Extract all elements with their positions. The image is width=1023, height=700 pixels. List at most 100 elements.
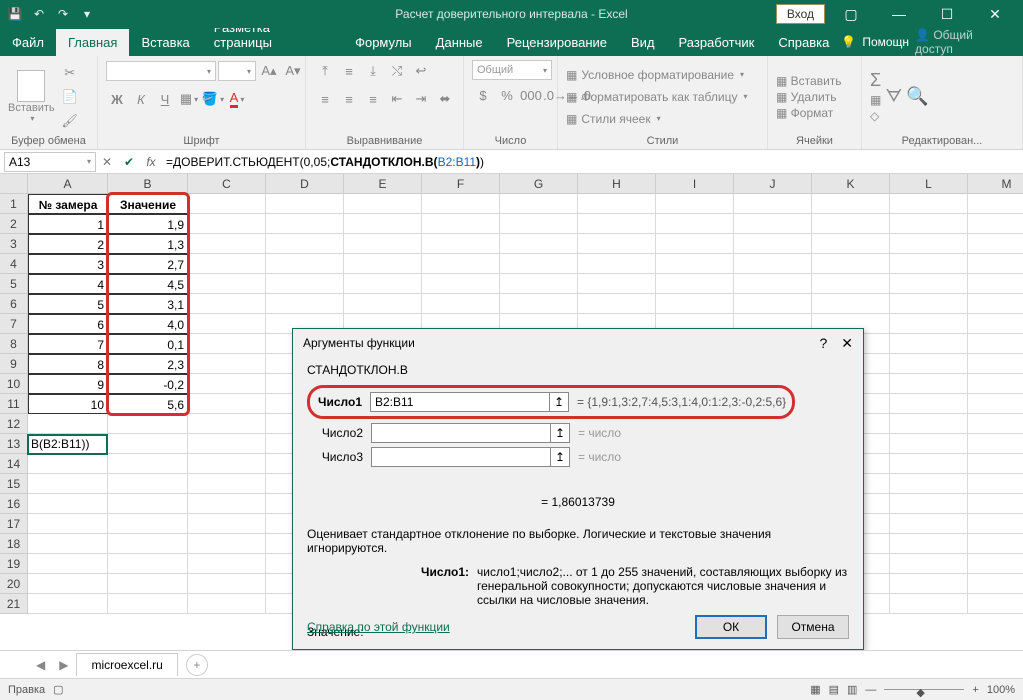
- dialog-help-icon[interactable]: ?: [819, 335, 827, 352]
- cell[interactable]: [734, 274, 812, 294]
- cell[interactable]: [108, 574, 188, 594]
- cell[interactable]: [968, 294, 1023, 314]
- cell[interactable]: [188, 534, 266, 554]
- cell[interactable]: 7: [28, 334, 108, 354]
- cell[interactable]: [422, 234, 500, 254]
- col-header[interactable]: H: [578, 174, 656, 194]
- cell[interactable]: [108, 534, 188, 554]
- cell[interactable]: [734, 194, 812, 214]
- cell[interactable]: 3,1: [108, 294, 188, 314]
- fill-icon[interactable]: 🪣▾: [202, 88, 224, 110]
- find-icon[interactable]: 🔍: [906, 86, 928, 107]
- cell[interactable]: [500, 194, 578, 214]
- cell[interactable]: [344, 294, 422, 314]
- corner[interactable]: [0, 174, 28, 194]
- tab-file[interactable]: Файл: [0, 29, 56, 56]
- cell[interactable]: [734, 294, 812, 314]
- cell[interactable]: [28, 414, 108, 434]
- cell[interactable]: [344, 254, 422, 274]
- cell[interactable]: [890, 214, 968, 234]
- row-header[interactable]: 16: [0, 494, 28, 514]
- enter-formula-icon[interactable]: ✔: [118, 155, 140, 169]
- cell[interactable]: [266, 294, 344, 314]
- cell[interactable]: 9: [28, 374, 108, 394]
- cell[interactable]: [266, 274, 344, 294]
- cell[interactable]: 5: [28, 294, 108, 314]
- italic-icon[interactable]: К: [130, 88, 152, 110]
- row-header[interactable]: 6: [0, 294, 28, 314]
- cell[interactable]: [890, 594, 968, 614]
- ribbon-options-icon[interactable]: ▢: [829, 6, 873, 23]
- row-header[interactable]: 10: [0, 374, 28, 394]
- cell[interactable]: [656, 254, 734, 274]
- row-header[interactable]: 19: [0, 554, 28, 574]
- row-header[interactable]: 20: [0, 574, 28, 594]
- bold-icon[interactable]: Ж: [106, 88, 128, 110]
- indent-inc-icon[interactable]: ⇥: [410, 88, 432, 110]
- cell[interactable]: [656, 214, 734, 234]
- row-header[interactable]: 13: [0, 434, 28, 454]
- cell[interactable]: [344, 214, 422, 234]
- cell[interactable]: 1: [28, 214, 108, 234]
- zoom-in-icon[interactable]: +: [972, 684, 978, 696]
- view-normal-icon[interactable]: ▦: [810, 683, 820, 696]
- tab-insert[interactable]: Вставка: [129, 29, 201, 56]
- copy-icon[interactable]: 📄: [59, 86, 81, 108]
- clear-icon[interactable]: ◇: [870, 109, 881, 123]
- cell[interactable]: [968, 374, 1023, 394]
- cell[interactable]: [108, 514, 188, 534]
- col-header[interactable]: E: [344, 174, 422, 194]
- cell[interactable]: [968, 194, 1023, 214]
- cell[interactable]: [266, 194, 344, 214]
- cell[interactable]: [968, 454, 1023, 474]
- tab-developer[interactable]: Разработчик: [667, 29, 767, 56]
- cell[interactable]: [188, 494, 266, 514]
- cell[interactable]: [28, 594, 108, 614]
- cell[interactable]: [422, 294, 500, 314]
- cell[interactable]: [188, 414, 266, 434]
- cell[interactable]: [812, 234, 890, 254]
- cell[interactable]: [28, 494, 108, 514]
- cell[interactable]: [108, 454, 188, 474]
- cell[interactable]: 3: [28, 254, 108, 274]
- cell[interactable]: [188, 194, 266, 214]
- cell[interactable]: [656, 234, 734, 254]
- cell[interactable]: [188, 374, 266, 394]
- cell[interactable]: [812, 254, 890, 274]
- delete-cells-button[interactable]: ▦ Удалить: [776, 90, 842, 104]
- cell[interactable]: [968, 254, 1023, 274]
- cell[interactable]: [188, 474, 266, 494]
- cell[interactable]: [890, 354, 968, 374]
- cell[interactable]: 4,0: [108, 314, 188, 334]
- cell[interactable]: [968, 474, 1023, 494]
- align-left-icon[interactable]: ≡: [314, 88, 336, 110]
- cell[interactable]: [968, 334, 1023, 354]
- cell[interactable]: 4: [28, 274, 108, 294]
- cancel-formula-icon[interactable]: ✕: [96, 155, 118, 169]
- align-top-icon[interactable]: ⤒: [314, 60, 336, 82]
- tab-data[interactable]: Данные: [424, 29, 495, 56]
- arg1-input[interactable]: [370, 392, 550, 412]
- cell[interactable]: [28, 514, 108, 534]
- cell[interactable]: [890, 454, 968, 474]
- row-header[interactable]: 18: [0, 534, 28, 554]
- row-header[interactable]: 17: [0, 514, 28, 534]
- cell[interactable]: [890, 534, 968, 554]
- cell[interactable]: [812, 294, 890, 314]
- align-middle-icon[interactable]: ≡: [338, 60, 360, 82]
- row-header[interactable]: 4: [0, 254, 28, 274]
- cell[interactable]: [108, 594, 188, 614]
- cell[interactable]: [890, 194, 968, 214]
- row-header[interactable]: 1: [0, 194, 28, 214]
- dialog-close-icon[interactable]: ✕: [841, 335, 853, 352]
- login-button[interactable]: Вход: [776, 4, 825, 24]
- tellme-text[interactable]: Помощн: [862, 35, 909, 49]
- arg3-range-picker-icon[interactable]: ↥: [550, 447, 570, 467]
- row-header[interactable]: 7: [0, 314, 28, 334]
- cell[interactable]: [734, 234, 812, 254]
- share-button[interactable]: 👤 Общий доступ: [915, 28, 1013, 56]
- cell[interactable]: [500, 234, 578, 254]
- cell[interactable]: [656, 294, 734, 314]
- zoom-out-icon[interactable]: —: [865, 684, 876, 696]
- format-cells-button[interactable]: ▦ Формат: [776, 106, 842, 120]
